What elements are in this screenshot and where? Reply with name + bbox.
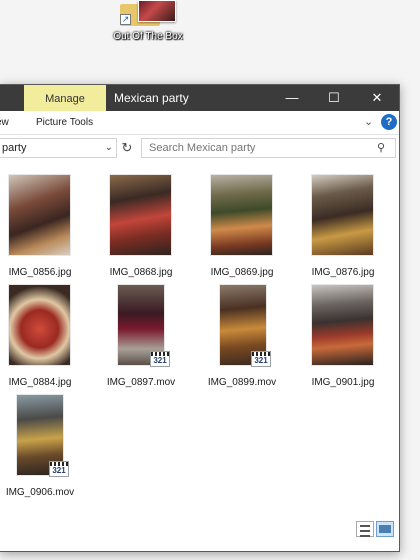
desktop-shortcut[interactable]: ↗ Out Of The Box [104,0,192,48]
file-name: IMG_0901.jpg [311,377,375,388]
shortcut-arrow-icon: ↗ [120,14,131,25]
address-path: party [2,142,27,154]
file-name: IMG_0856.jpg [8,267,72,278]
file-item[interactable]: IMG_0868.jpg [93,175,189,283]
file-thumbnail [110,175,171,255]
file-item[interactable]: IMG_0884.jpg [0,285,88,393]
minimize-button[interactable]: — [270,85,314,111]
desktop-shortcut-thumbnail: ↗ [120,0,178,26]
address-bar[interactable]: party ⌄ [0,138,117,158]
tab-picture-tools[interactable]: Picture Tools [36,111,93,135]
file-item[interactable]: 321 IMG_0897.mov [93,285,189,393]
file-explorer-window: Manage Mexican party — ☐ ✕ ew Picture To… [0,84,400,552]
file-name: IMG_0868.jpg [109,267,173,278]
file-name: IMG_0876.jpg [311,267,375,278]
video-file-icon: 321 [49,461,69,477]
file-thumbnail [312,285,373,365]
file-item[interactable]: 321 IMG_0899.mov [194,285,290,393]
large-icons-view-icon[interactable] [376,521,394,537]
picture-thumbnail [138,0,176,22]
expand-ribbon-chevron-icon[interactable]: ⌄ [364,115,373,128]
address-row: party ⌄ ↻ ⚲ [0,135,399,163]
ribbon-tabs: ew Picture Tools ⌄ ? [0,111,399,135]
file-name: IMG_0884.jpg [8,377,72,388]
file-name: IMG_0899.mov [207,377,277,388]
tab-view[interactable]: ew [0,111,9,135]
search-input[interactable] [141,138,396,158]
maximize-button[interactable]: ☐ [312,85,356,111]
file-name: IMG_0906.mov [5,487,75,498]
search-icon[interactable]: ⚲ [377,141,385,154]
video-file-icon: 321 [251,351,271,367]
file-name: IMG_0897.mov [106,377,176,388]
file-thumbnail [211,175,272,255]
file-thumbnail [9,175,70,255]
desktop-shortcut-label: Out Of The Box [113,31,183,42]
file-item[interactable]: 321 IMG_0906.mov [0,395,88,503]
file-item[interactable]: IMG_0869.jpg [194,175,290,283]
help-icon[interactable]: ? [381,114,397,130]
file-item[interactable]: IMG_0856.jpg [0,175,88,283]
details-view-icon[interactable] [356,521,374,537]
video-file-icon: 321 [150,351,170,367]
title-bar[interactable]: Manage Mexican party — ☐ ✕ [0,85,399,111]
tab-manage[interactable]: Manage [24,85,106,111]
file-thumbnail [312,175,373,255]
chevron-down-icon[interactable]: ⌄ [105,139,113,157]
refresh-icon[interactable]: ↻ [118,138,136,158]
file-thumbnail [9,285,70,365]
file-name: IMG_0869.jpg [210,267,274,278]
file-item[interactable]: IMG_0901.jpg [295,285,391,393]
file-list: IMG_0856.jpg IMG_0868.jpg IMG_0869.jpg I… [0,163,399,551]
file-item[interactable]: IMG_0876.jpg [295,175,391,283]
window-title: Mexican party [114,91,189,105]
close-button[interactable]: ✕ [355,85,399,111]
